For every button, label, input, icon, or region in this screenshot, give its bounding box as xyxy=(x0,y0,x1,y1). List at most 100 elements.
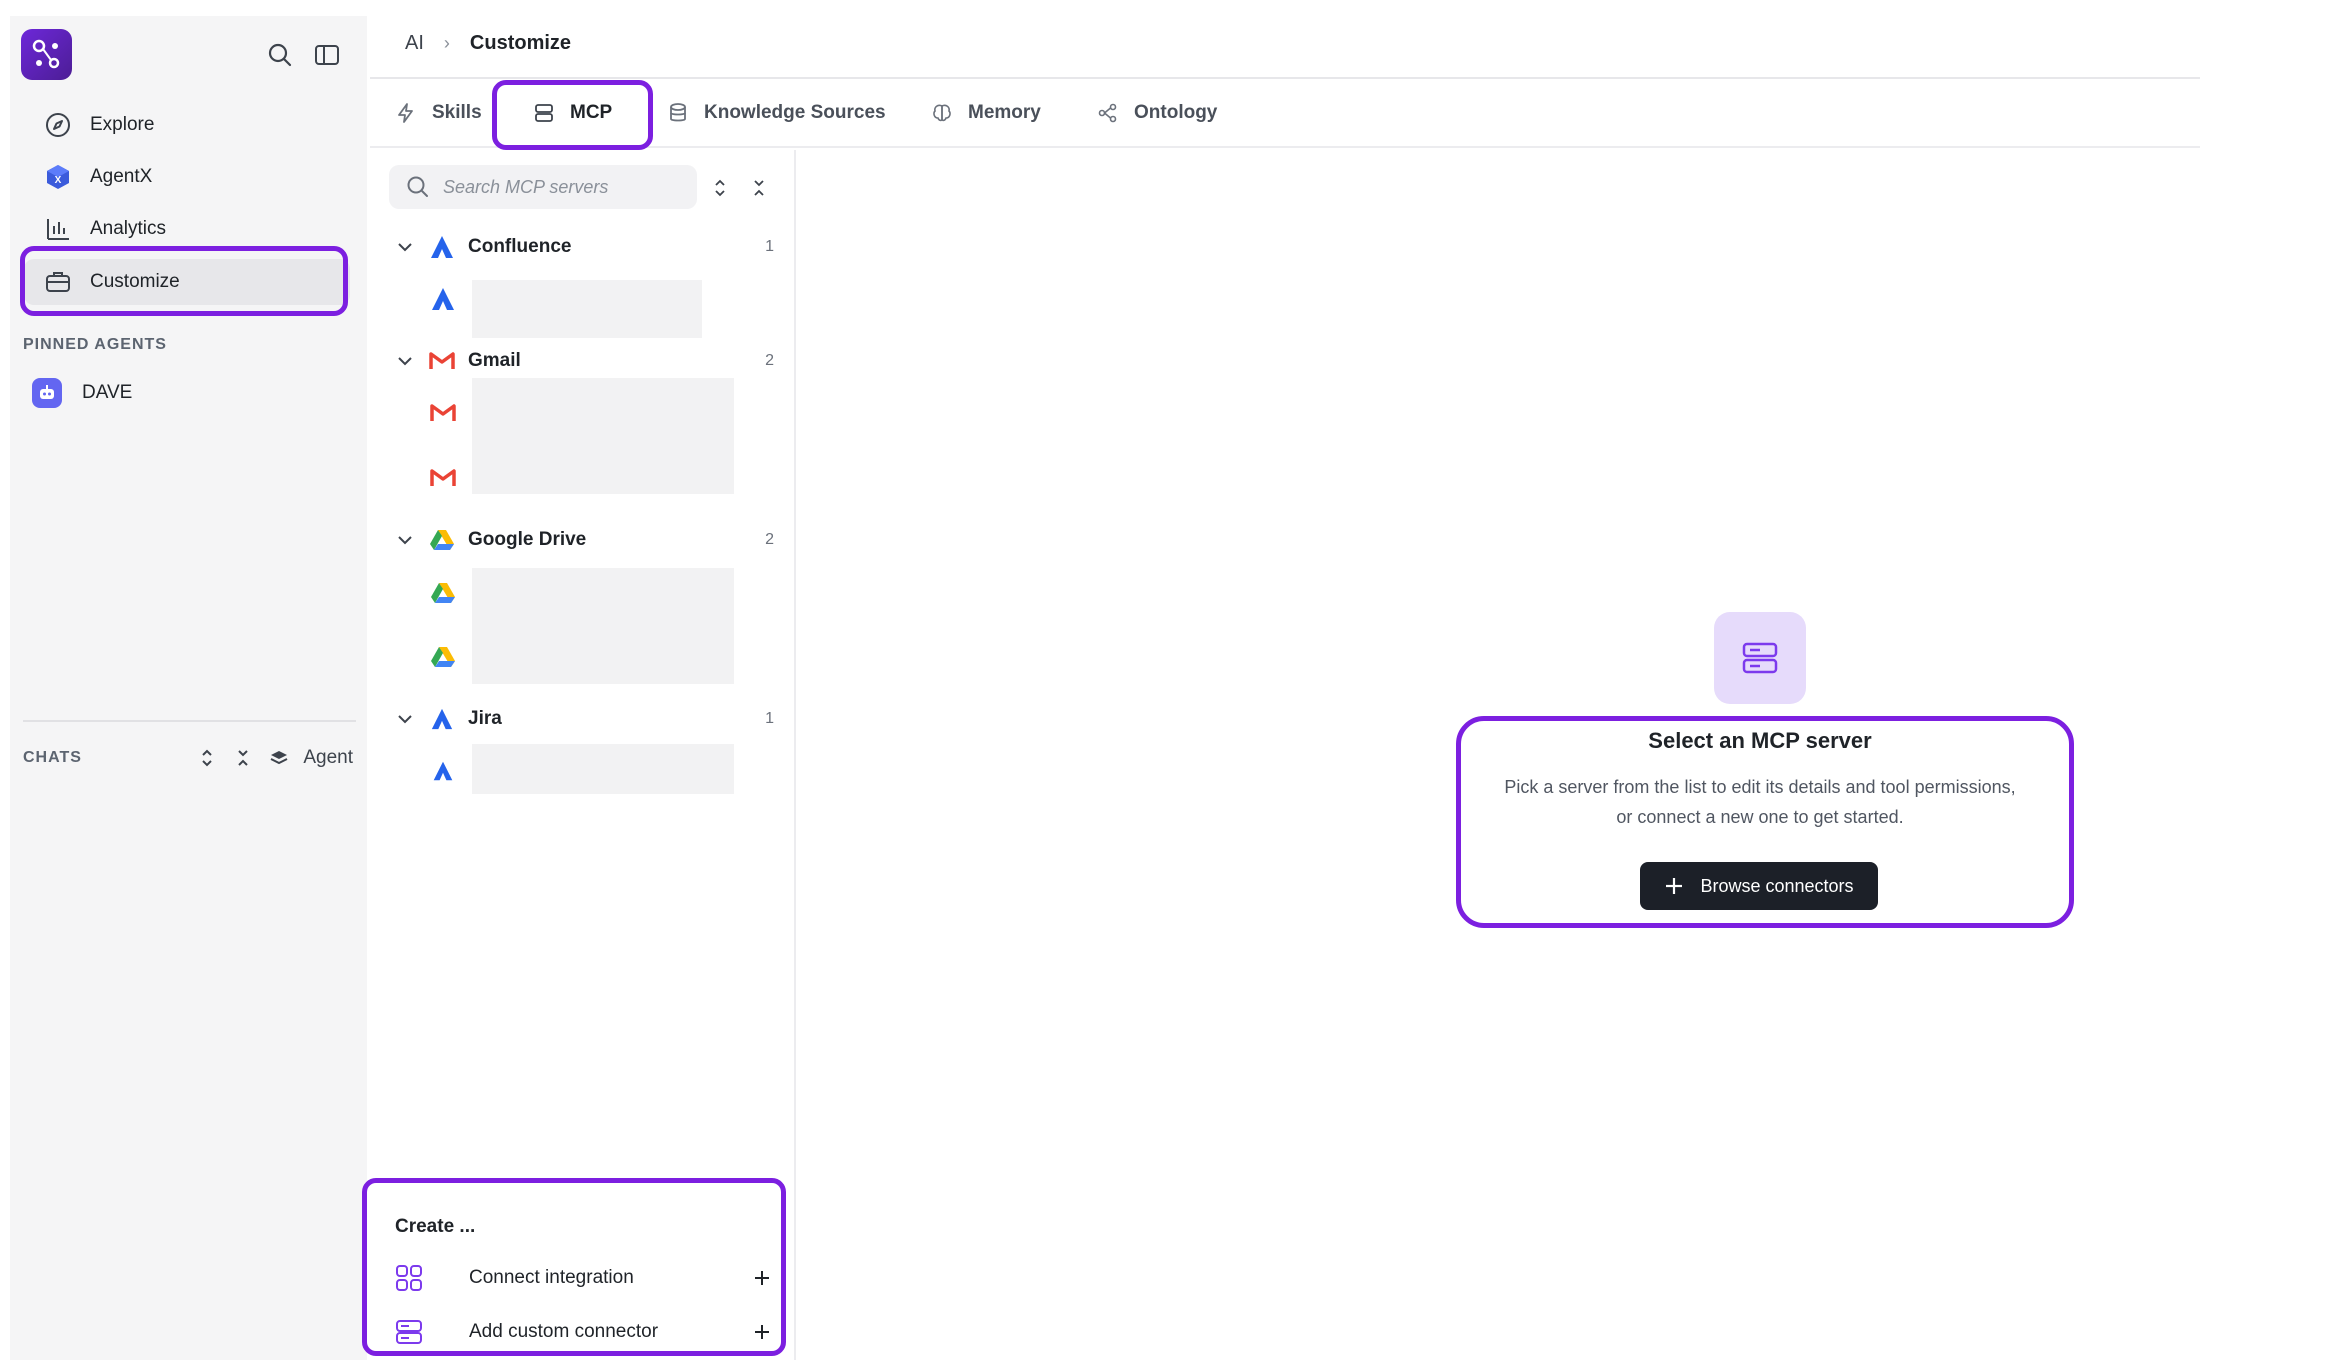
nav-item-agentx[interactable]: X AgentX xyxy=(24,154,350,200)
plus-icon[interactable] xyxy=(751,1321,773,1343)
create-item-label: Connect integration xyxy=(469,1267,634,1288)
sort-icon[interactable] xyxy=(195,746,219,770)
tab-label: Ontology xyxy=(1134,102,1218,123)
empty-state-description-line: Pick a server from the list to edit its … xyxy=(1504,777,2016,797)
breadcrumb: AI › Customize xyxy=(405,28,571,58)
group-count: 1 xyxy=(765,710,774,727)
empty-state-title: Select an MCP server xyxy=(1648,728,1872,753)
nav-label: AgentX xyxy=(90,166,153,187)
server-icon xyxy=(393,1316,425,1348)
gmail-icon xyxy=(428,398,458,428)
pinned-agent-dave[interactable]: DAVE xyxy=(32,376,132,410)
header-divider xyxy=(370,77,2200,79)
app-logo-icon[interactable] xyxy=(21,29,72,80)
sidebar: Explore X AgentX Analytics Customize PIN… xyxy=(10,16,367,1360)
connect-integration-button[interactable]: Connect integration xyxy=(393,1258,773,1298)
google-drive-icon xyxy=(428,526,456,554)
compass-icon xyxy=(44,111,72,139)
jira-icon xyxy=(428,705,456,733)
server-item-placeholder[interactable] xyxy=(472,378,734,494)
tab-label: Skills xyxy=(432,102,482,123)
plus-icon xyxy=(1664,876,1684,896)
tab-ontology[interactable]: Ontology xyxy=(1096,80,1217,146)
briefcase-icon xyxy=(44,268,72,296)
tab-label: Memory xyxy=(968,102,1041,123)
database-icon xyxy=(666,101,690,125)
server-group-gmail[interactable]: Gmail 2 xyxy=(394,344,774,378)
server-list-panel: Search MCP servers Confluence 1 Gmail 2 … xyxy=(370,150,796,1360)
server-item-placeholder[interactable] xyxy=(472,280,702,338)
browse-connectors-button[interactable]: Browse connectors xyxy=(1640,862,1878,910)
server-icon xyxy=(532,101,556,125)
group-name: Google Drive xyxy=(468,529,587,550)
gmail-icon xyxy=(428,463,458,493)
google-drive-icon xyxy=(428,578,458,608)
network-icon xyxy=(1096,101,1120,125)
add-custom-connector-button[interactable]: Add custom connector xyxy=(393,1312,773,1352)
page-title: Customize xyxy=(469,31,572,54)
confluence-icon xyxy=(428,233,456,261)
group-name: Jira xyxy=(468,708,502,729)
search-input[interactable]: Search MCP servers xyxy=(389,165,697,209)
chats-filter-label[interactable]: Agent xyxy=(303,747,353,769)
brain-icon xyxy=(930,101,954,125)
robot-icon xyxy=(32,378,62,408)
breadcrumb-parent[interactable]: AI xyxy=(405,32,424,55)
svg-text:X: X xyxy=(55,175,62,186)
confluence-icon xyxy=(428,284,458,314)
chevron-down-icon[interactable] xyxy=(394,708,416,730)
sidebar-toggle-icon[interactable] xyxy=(310,38,344,72)
chats-header: CHATS Agent xyxy=(23,743,353,773)
nav-item-explore[interactable]: Explore xyxy=(24,102,350,148)
group-count: 1 xyxy=(765,238,774,255)
server-item-placeholder[interactable] xyxy=(472,568,734,684)
tab-label: Knowledge Sources xyxy=(704,102,886,123)
server-item-placeholder[interactable] xyxy=(472,744,734,794)
search-placeholder: Search MCP servers xyxy=(443,176,609,197)
chevron-right-icon: › xyxy=(443,32,450,53)
create-item-label: Add custom connector xyxy=(469,1321,659,1342)
search-icon[interactable] xyxy=(263,38,297,72)
expand-all-icon[interactable] xyxy=(707,175,733,201)
gmail-icon xyxy=(428,347,456,375)
nav-label: Customize xyxy=(90,271,180,292)
server-group-jira[interactable]: Jira 1 xyxy=(394,702,774,736)
nav-item-customize[interactable]: Customize xyxy=(24,259,350,305)
nav-label: Analytics xyxy=(90,218,167,239)
tab-mcp[interactable]: MCP xyxy=(532,80,612,146)
collapse-all-icon[interactable] xyxy=(746,175,772,201)
server-group-confluence[interactable]: Confluence 1 xyxy=(394,230,774,264)
sidebar-divider xyxy=(23,720,356,722)
browse-connectors-label: Browse connectors xyxy=(1700,875,1854,896)
plus-icon[interactable] xyxy=(751,1267,773,1289)
google-drive-icon xyxy=(428,642,458,672)
lightning-icon xyxy=(394,101,418,125)
group-name: Gmail xyxy=(468,350,521,371)
bar-chart-icon xyxy=(44,215,72,243)
group-count: 2 xyxy=(765,352,774,369)
chevron-down-icon[interactable] xyxy=(394,529,416,551)
nav-label: Explore xyxy=(90,114,155,135)
empty-state-description: Pick a server from the list to edit its … xyxy=(1460,772,2060,832)
server-group-google-drive[interactable]: Google Drive 2 xyxy=(394,523,774,557)
group-count: 2 xyxy=(765,531,774,548)
tab-memory[interactable]: Memory xyxy=(930,80,1041,146)
create-panel: Create ... Connect integration Add custo… xyxy=(370,1182,788,1360)
grid-icon xyxy=(393,1262,425,1294)
agent-label: DAVE xyxy=(82,382,133,403)
agentx-cube-icon: X xyxy=(44,163,72,191)
chats-label: CHATS xyxy=(23,749,82,766)
jira-icon xyxy=(428,756,458,786)
tab-knowledge-sources[interactable]: Knowledge Sources xyxy=(666,80,886,146)
chevron-down-icon[interactable] xyxy=(394,236,416,258)
server-icon xyxy=(1714,612,1806,704)
tab-label: MCP xyxy=(570,102,613,123)
create-title: Create ... xyxy=(395,1216,476,1237)
chevron-down-icon[interactable] xyxy=(394,350,416,372)
tab-skills[interactable]: Skills xyxy=(394,80,482,146)
layers-icon xyxy=(267,746,291,770)
nav-item-analytics[interactable]: Analytics xyxy=(24,206,350,252)
tab-bar: Skills MCP Knowledge Sources Memory Onto… xyxy=(370,80,2200,148)
empty-state-description-line: or connect a new one to get started. xyxy=(1616,807,1904,827)
collapse-icon[interactable] xyxy=(231,746,255,770)
